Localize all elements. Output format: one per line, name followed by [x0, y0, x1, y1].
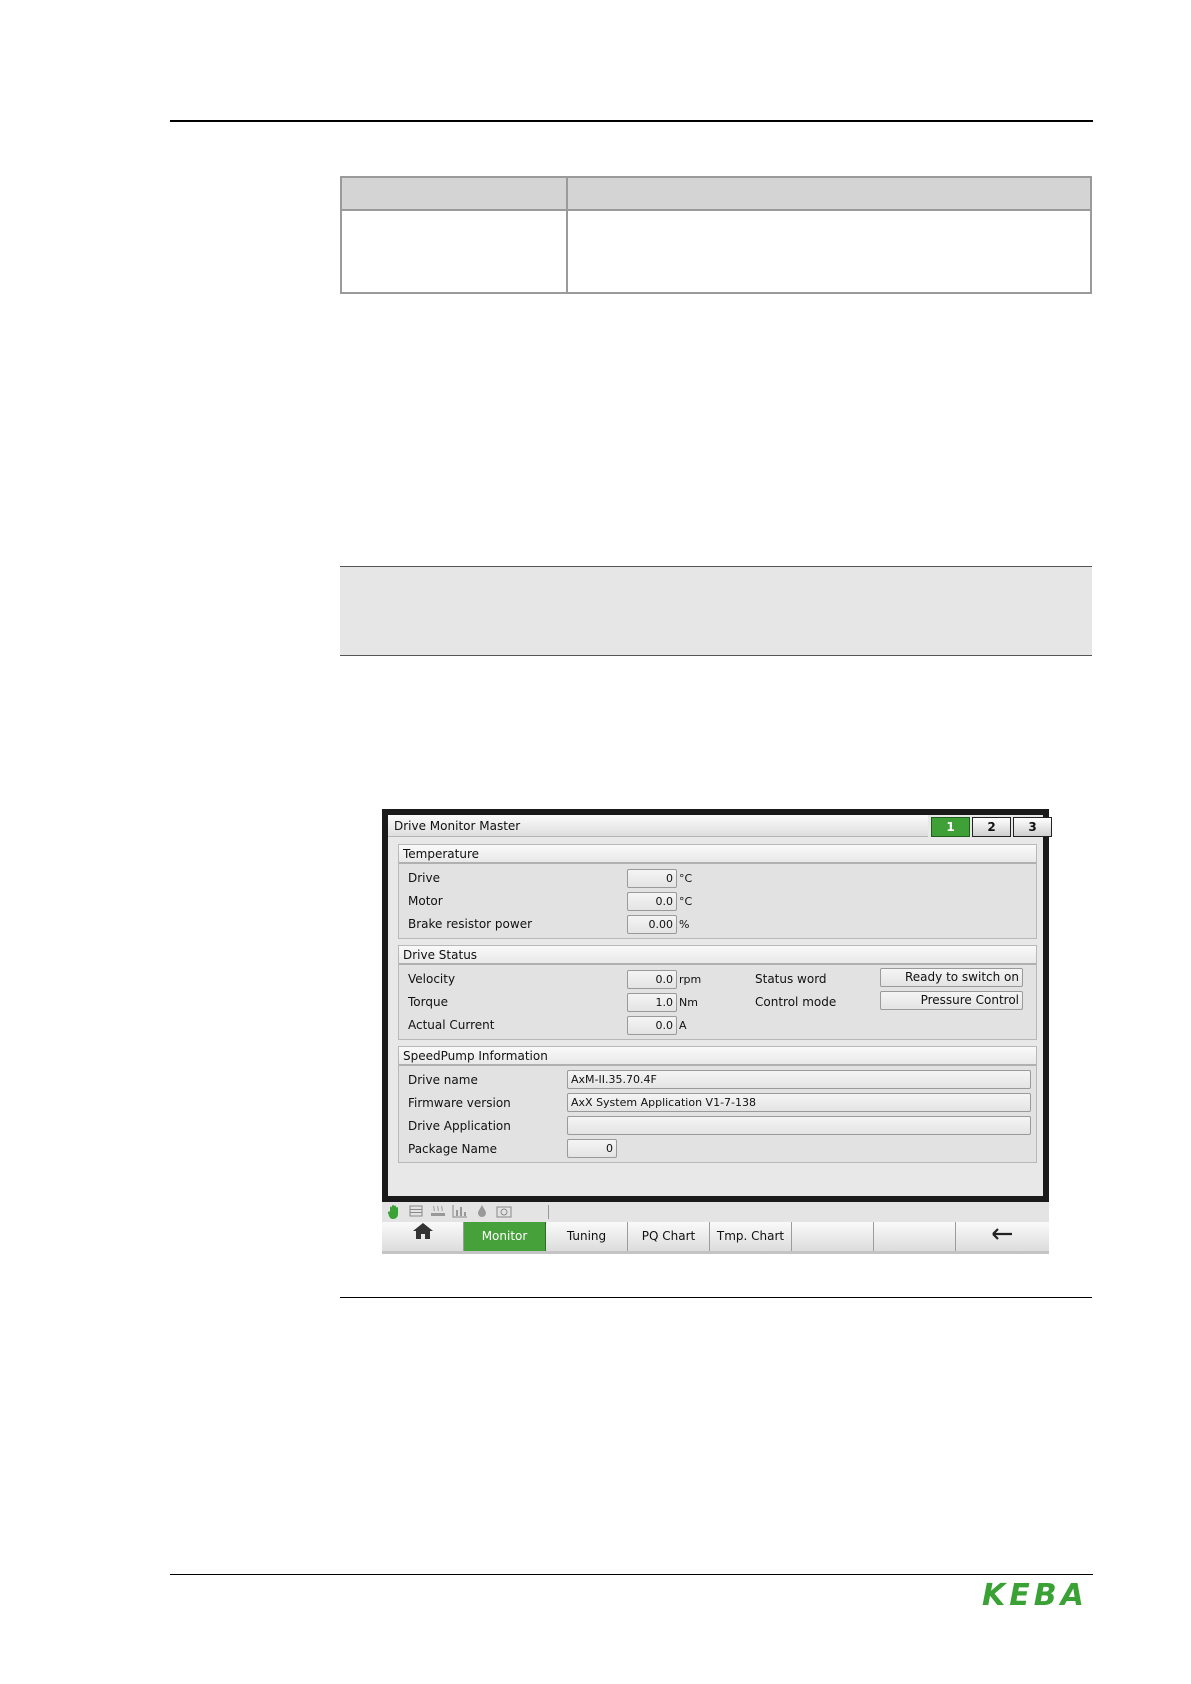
drive-name-label: Drive name: [408, 1073, 478, 1087]
hand-icon: [386, 1204, 402, 1220]
home-button[interactable]: [382, 1222, 464, 1251]
back-arrow-icon: [991, 1222, 1014, 1251]
group-title: Temperature: [399, 845, 1036, 864]
drive-name-value: AxM-II.35.70.4F: [567, 1070, 1031, 1089]
status-word-label: Status word: [755, 972, 827, 986]
tab-empty-1[interactable]: [792, 1222, 874, 1251]
package-name-value: 0: [567, 1139, 617, 1158]
home-icon: [412, 1222, 434, 1251]
table-header-row: [342, 178, 1090, 211]
hmi-screen: Drive Monitor Master 1 2 3 Temperature D…: [388, 815, 1052, 1196]
heater-icon: [430, 1204, 446, 1220]
bottom-nav-bar: Monitor Tuning PQ Chart Tmp. Chart: [382, 1222, 1049, 1254]
back-button[interactable]: [956, 1222, 1049, 1251]
tab-monitor[interactable]: Monitor: [464, 1222, 546, 1251]
firmware-version-value: AxX System Application V1-7-138: [567, 1093, 1031, 1112]
velocity-value: 0.0: [627, 970, 677, 989]
header-rule: [170, 120, 1093, 122]
parameter-table: [340, 176, 1092, 294]
status-word-value: Ready to switch on: [880, 968, 1023, 987]
strip-separator: [548, 1205, 549, 1219]
firmware-version-label: Firmware version: [408, 1096, 511, 1110]
figure-rule: [340, 1297, 1092, 1298]
note-box: [340, 566, 1092, 656]
drive-temp-unit: °C: [679, 872, 693, 885]
tab-tmp-chart[interactable]: Tmp. Chart: [710, 1222, 792, 1251]
drive-status-group: Drive Status Velocity 0.0 rpm Torque 1.0…: [398, 945, 1037, 1040]
brake-resistor-value: 0.00: [627, 915, 677, 934]
velocity-unit: rpm: [679, 973, 702, 986]
chart-icon: [452, 1204, 468, 1220]
tab-pq-chart[interactable]: PQ Chart: [628, 1222, 710, 1251]
actual-current-label: Actual Current: [408, 1018, 495, 1032]
group-title: Drive Status: [399, 946, 1036, 965]
package-name-label: Package Name: [408, 1142, 497, 1156]
motor-temp-unit: °C: [679, 895, 693, 908]
drive-application-value: [567, 1116, 1031, 1135]
control-mode-value: Pressure Control: [880, 991, 1023, 1010]
screen-title: Drive Monitor Master: [388, 815, 928, 837]
table-column-divider: [566, 178, 568, 292]
drop-icon: [474, 1204, 490, 1220]
torque-label: Torque: [408, 995, 448, 1009]
page-button-1[interactable]: 1: [931, 817, 970, 837]
tab-empty-2[interactable]: [874, 1222, 956, 1251]
torque-value: 1.0: [627, 993, 677, 1012]
footer-rule: [170, 1574, 1093, 1575]
brake-resistor-label: Brake resistor power: [408, 917, 533, 931]
brake-resistor-unit: %: [679, 918, 690, 931]
drive-application-label: Drive Application: [408, 1119, 511, 1133]
temperature-group: Temperature Drive 0 °C Motor 0.0 °C Brak…: [398, 844, 1037, 939]
torque-unit: Nm: [679, 996, 698, 1009]
logo-text: KEBA: [982, 1580, 1088, 1610]
drive-temp-value: 0: [627, 869, 677, 888]
speedpump-info-group: SpeedPump Information Drive name AxM-II.…: [398, 1046, 1037, 1163]
control-mode-label: Control mode: [755, 995, 837, 1009]
group-title: SpeedPump Information: [399, 1047, 1036, 1066]
status-icon-strip: [382, 1202, 1049, 1222]
actual-current-value: 0.0: [627, 1016, 677, 1035]
camera-icon: [496, 1204, 512, 1220]
list-icon: [408, 1204, 424, 1220]
motor-temp-value: 0.0: [627, 892, 677, 911]
motor-temp-label: Motor: [408, 894, 443, 908]
tab-tuning[interactable]: Tuning: [546, 1222, 628, 1251]
keba-logo: KEBA: [982, 1578, 1096, 1613]
drive-temp-label: Drive: [408, 871, 440, 885]
velocity-label: Velocity: [408, 972, 456, 986]
hmi-screenshot: Drive Monitor Master 1 2 3 Temperature D…: [382, 809, 1052, 1202]
page-button-2[interactable]: 2: [972, 817, 1011, 837]
actual-current-unit: A: [679, 1019, 687, 1032]
page-button-3[interactable]: 3: [1013, 817, 1052, 837]
